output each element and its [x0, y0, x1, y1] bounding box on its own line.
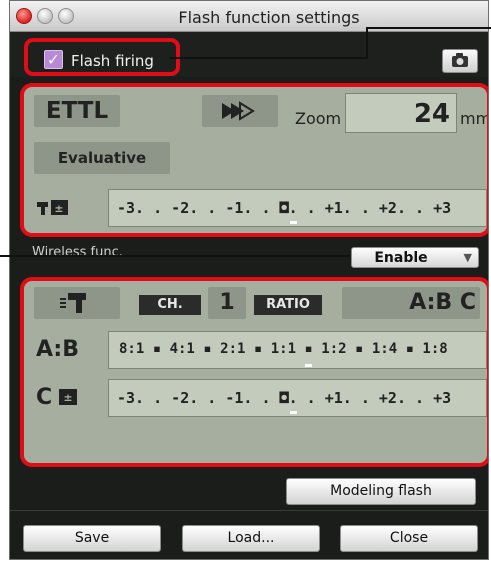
- zoom-label: Zoom: [295, 109, 342, 128]
- window-title: Flash function settings: [178, 8, 360, 27]
- flash-exposure-comp-scale[interactable]: -3. . -2. . -1. . ◘. . +1. . +2. . +3: [108, 189, 487, 227]
- wireless-func-value: Enable: [374, 250, 428, 266]
- c-flash-comp-scale[interactable]: -3. . -2. . -1. . ◘. . +1. . +2. . +3: [108, 379, 487, 417]
- wireless-master-button[interactable]: [34, 287, 120, 319]
- dropdown-arrow-icon: ▼: [463, 251, 472, 264]
- fec-scale-text: -3. . -2. . -1. . ◘. . +1. . +2. . +3: [117, 199, 452, 217]
- ab-ratio-indicator: [305, 364, 312, 367]
- svg-text:±: ±: [63, 391, 72, 404]
- save-label: Save: [74, 530, 110, 546]
- c-ratio-label: C: [36, 385, 53, 410]
- camera-settings-button[interactable]: [442, 49, 478, 73]
- channel-value: 1: [219, 290, 235, 315]
- flash-firing-checkbox[interactable]: ✓: [44, 50, 63, 69]
- zoom-unit: mm: [460, 109, 489, 128]
- wireless-func-select[interactable]: Enable ▼: [351, 247, 479, 268]
- zoom-value: 24: [413, 99, 450, 129]
- load-button[interactable]: Load...: [182, 525, 320, 552]
- callout-line-top-horizontal: [170, 57, 367, 59]
- camera-icon: [452, 53, 468, 67]
- load-label: Load...: [227, 530, 275, 546]
- ab-ratio-label: A:B: [36, 337, 80, 362]
- callout-line-top-vertical: [366, 27, 368, 59]
- callout-line-left: [0, 255, 350, 257]
- modeling-flash-label: Modeling flash: [330, 483, 432, 499]
- wireless-master-icon: [60, 293, 86, 313]
- metering-button[interactable]: Evaluative: [34, 142, 170, 174]
- flash-mode-value: ETTL: [45, 98, 109, 124]
- save-button[interactable]: Save: [23, 525, 161, 552]
- flash-settings-panel: ETTL Zoom 24 mm Evaluative ± -3. . -2. .…: [20, 83, 489, 237]
- c-scale-text: -3. . -2. . -1. . ◘. . +1. . +2. . +3: [117, 389, 452, 407]
- fec-indicator: [290, 221, 297, 224]
- flash-firing-highlight: ✓ Flash firing: [24, 38, 180, 76]
- ratio-label: RATIO: [266, 297, 310, 312]
- close-button[interactable]: Close: [340, 525, 478, 552]
- flash-settings-window: Flash function settings ✓ Flash firing E…: [9, 0, 489, 560]
- flash-firing-label: Flash firing: [71, 52, 154, 70]
- ab-ratio-scale-text: 8:1 ▪ 4:1 ▪ 2:1 ▪ 1:1 ▪ 1:2 ▪ 1:4 ▪ 1:8: [119, 341, 448, 357]
- channel-value-button[interactable]: 1: [208, 287, 246, 319]
- channel-label: CH.: [157, 297, 183, 312]
- flash-mode-button[interactable]: ETTL: [34, 95, 120, 127]
- wireless-settings-panel: CH. 1 RATIO A:B C A:B 8:1 ▪ 4:1 ▪ 2:1 ▪ …: [20, 277, 488, 467]
- svg-text:±: ±: [54, 202, 63, 215]
- modeling-flash-button[interactable]: Modeling flash: [286, 478, 476, 505]
- flash-exposure-comp-icon: ±: [37, 200, 68, 215]
- close-label: Close: [389, 530, 429, 546]
- group-ratio-value: A:B C: [409, 290, 476, 315]
- ab-ratio-scale[interactable]: 8:1 ▪ 4:1 ▪ 2:1 ▪ 1:1 ▪ 1:2 ▪ 1:4 ▪ 1:8: [108, 331, 487, 369]
- callout-line-top-end: [366, 27, 491, 29]
- high-speed-sync-icon: [222, 101, 255, 121]
- ratio-label-box: RATIO: [254, 295, 322, 315]
- channel-label-box: CH.: [139, 295, 201, 315]
- c-indicator: [290, 411, 297, 414]
- sync-mode-button[interactable]: [202, 95, 278, 127]
- zoom-value-field[interactable]: 24: [345, 93, 457, 133]
- separator: [10, 510, 488, 511]
- metering-value: Evaluative: [57, 149, 147, 167]
- wireless-func-label: Wireless func.: [32, 245, 123, 260]
- c-flash-comp-icon: ±: [59, 389, 77, 405]
- group-ratio-button[interactable]: A:B C: [342, 287, 480, 319]
